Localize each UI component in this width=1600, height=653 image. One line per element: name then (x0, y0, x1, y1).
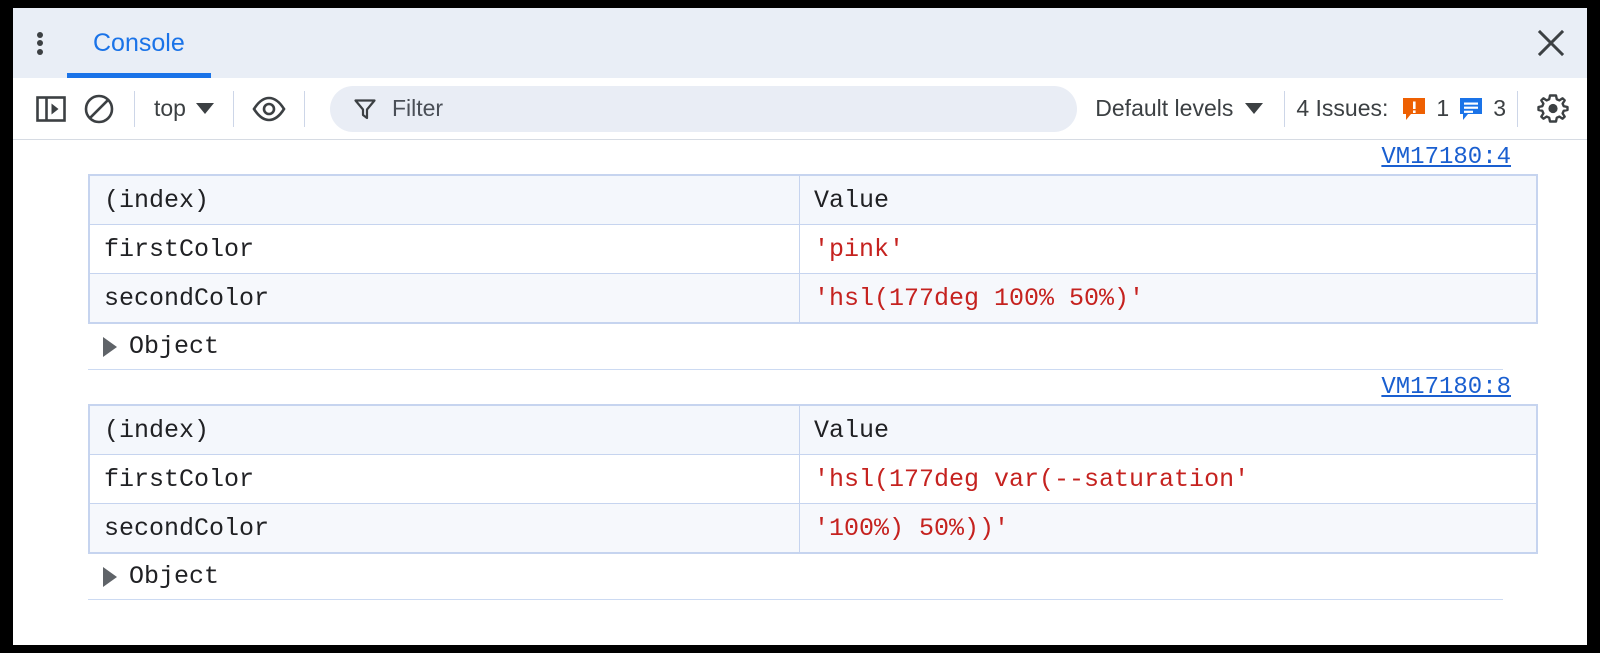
more-options-button[interactable] (13, 8, 67, 78)
table-row: secondColor '100%) 50%))' (90, 504, 1537, 553)
console-table-container: (index) Value firstColor 'hsl(177deg var… (88, 404, 1538, 554)
column-header-value[interactable]: Value (800, 406, 1537, 455)
toolbar-divider (233, 91, 234, 127)
gear-icon (1535, 91, 1571, 127)
source-link[interactable]: VM17180:8 (1381, 374, 1511, 401)
close-icon (1535, 27, 1567, 59)
object-expander[interactable]: Object (13, 324, 1587, 369)
live-expression-eye-icon (251, 94, 287, 124)
issue-warning-count: 1 (1436, 95, 1449, 122)
toolbar-divider (304, 91, 305, 127)
filter-placeholder: Filter (392, 95, 443, 122)
devtools-titlebar: Console (13, 8, 1587, 78)
object-label: Object (129, 562, 219, 591)
cell-index: firstColor (90, 225, 800, 274)
object-label: Object (129, 332, 219, 361)
object-expander[interactable]: Object (13, 554, 1587, 599)
live-expression-button[interactable] (245, 85, 293, 133)
issues-label: 4 Issues: (1296, 95, 1388, 122)
cell-value: 'pink' (800, 225, 1537, 274)
table-header-row: (index) Value (90, 176, 1537, 225)
column-header-index[interactable]: (index) (90, 406, 800, 455)
chevron-down-icon (196, 103, 214, 114)
console-table-container: (index) Value firstColor 'pink' secondCo… (88, 174, 1538, 324)
tab-strip: Console (67, 8, 211, 78)
toolbar-divider (1284, 91, 1285, 127)
cell-value: 'hsl(177deg var(--saturation' (800, 455, 1537, 504)
table-header-row: (index) Value (90, 406, 1537, 455)
chevron-down-icon (1245, 103, 1263, 114)
toolbar-divider (1517, 91, 1518, 127)
console-message-list[interactable]: VM17180:4 (index) Value firstColor 'p (13, 140, 1587, 645)
settings-button[interactable] (1529, 85, 1577, 133)
disclosure-triangle-icon (103, 567, 117, 587)
console-table: (index) Value firstColor 'hsl(177deg var… (89, 405, 1537, 553)
cell-value: 'hsl(177deg 100% 50%)' (800, 274, 1537, 323)
console-toolbar: top Filter Default levels 4 Issues: (13, 78, 1587, 140)
issue-info-icon (1458, 96, 1484, 122)
source-link[interactable]: VM17180:4 (1381, 144, 1511, 171)
console-table: (index) Value firstColor 'pink' secondCo… (89, 175, 1537, 323)
entry-divider (88, 599, 1503, 600)
source-link-row: VM17180:4 (13, 140, 1587, 174)
console-sidebar-toggle-icon (34, 92, 68, 126)
titlebar-spacer (211, 8, 1515, 78)
table-row: firstColor 'hsl(177deg var(--saturation' (90, 455, 1537, 504)
cell-index: firstColor (90, 455, 800, 504)
execution-context-selector[interactable]: top (146, 95, 222, 122)
log-levels-selector[interactable]: Default levels (1085, 95, 1273, 122)
column-header-value[interactable]: Value (800, 176, 1537, 225)
issues-counter[interactable]: 4 Issues: 1 3 (1296, 95, 1506, 122)
cell-index: secondColor (90, 504, 800, 553)
clear-console-icon (82, 92, 116, 126)
devtools-console-window: Console top (13, 8, 1587, 645)
column-header-index[interactable]: (index) (90, 176, 800, 225)
tab-console[interactable]: Console (67, 8, 211, 78)
table-row: firstColor 'pink' (90, 225, 1537, 274)
cell-value: '100%) 50%))' (800, 504, 1537, 553)
toolbar-divider (134, 91, 135, 127)
table-row: secondColor 'hsl(177deg 100% 50%)' (90, 274, 1537, 323)
clear-console-button[interactable] (75, 85, 123, 133)
issue-warning-icon (1401, 96, 1427, 122)
filter-input[interactable]: Filter (330, 86, 1077, 132)
execution-context-label: top (154, 95, 186, 122)
console-entry: VM17180:8 (index) Value firstColor 'h (13, 370, 1587, 600)
cell-index: secondColor (90, 274, 800, 323)
close-button[interactable] (1515, 8, 1587, 78)
console-entry: VM17180:4 (index) Value firstColor 'p (13, 140, 1587, 370)
funnel-filter-icon (352, 96, 378, 122)
source-link-row: VM17180:8 (13, 370, 1587, 404)
three-dots-icon (37, 29, 43, 57)
issue-info-count: 3 (1493, 95, 1506, 122)
console-sidebar-toggle-button[interactable] (27, 85, 75, 133)
disclosure-triangle-icon (103, 337, 117, 357)
tab-console-label: Console (93, 29, 185, 58)
log-levels-label: Default levels (1095, 95, 1233, 122)
